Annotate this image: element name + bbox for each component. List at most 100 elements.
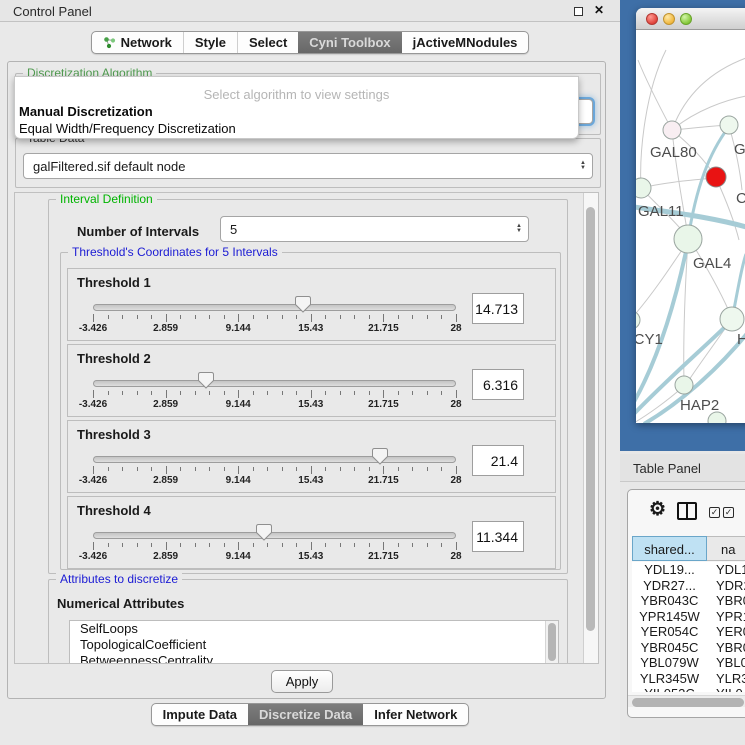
slider-tick — [296, 543, 297, 547]
network-node-c[interactable] — [706, 167, 726, 187]
network-node-label: HAP2 — [680, 397, 719, 414]
network-node-h[interactable] — [720, 307, 744, 331]
network-window-frame: GAL80GACGAL11GAL4GCY1HHAP2 — [620, 0, 745, 451]
table-row[interactable]: YLR345WYLR3 — [632, 671, 745, 687]
threshold-3-value-field[interactable] — [472, 445, 524, 476]
network-node-ga[interactable] — [720, 116, 738, 134]
interval-definition-group: Interval Definition Number of Intervals … — [48, 199, 568, 574]
slider-thumb[interactable] — [256, 524, 272, 541]
close-traffic-light-icon[interactable] — [646, 13, 658, 25]
table-row[interactable]: YPR145WYPR1 — [632, 609, 745, 625]
zoom-traffic-light-icon[interactable] — [680, 13, 692, 25]
slider-track[interactable] — [93, 532, 456, 539]
slider-tick — [354, 543, 355, 547]
slider-tick-label: -3.426 — [79, 551, 107, 562]
dropdown-option-manual-discretization[interactable]: Manual Discretization — [19, 104, 574, 120]
table-data-combo[interactable]: galFiltered.sif default node ▲▼ — [23, 153, 593, 179]
slider-tick — [166, 390, 167, 398]
tab-network[interactable]: Network — [92, 32, 183, 53]
slider-track[interactable] — [93, 456, 456, 463]
column-header-shared-name[interactable]: shared... — [632, 536, 707, 561]
apply-button[interactable]: Apply — [271, 670, 333, 693]
slider-thumb[interactable] — [295, 296, 311, 313]
network-node-hap2[interactable] — [675, 376, 693, 394]
slider-tick — [282, 315, 283, 319]
slider-thumb[interactable] — [372, 448, 388, 465]
tab-discretize-data[interactable]: Discretize Data — [248, 704, 363, 725]
tab-impute-data[interactable]: Impute Data — [152, 704, 248, 725]
slider-track[interactable] — [93, 304, 456, 311]
float-window-icon[interactable] — [574, 7, 583, 16]
slider-tick — [195, 467, 196, 471]
network-node-gal11[interactable] — [636, 178, 651, 198]
slider-tick — [412, 467, 413, 471]
slider-tick — [195, 543, 196, 547]
slider-thumb[interactable] — [198, 372, 214, 389]
slider-tick — [296, 391, 297, 395]
slider-tick — [137, 315, 138, 319]
tab-select[interactable]: Select — [237, 32, 298, 53]
tab-style[interactable]: Style — [183, 32, 237, 53]
slider-tick-label: 9.144 — [226, 399, 251, 410]
network-node-gal4[interactable] — [674, 225, 702, 253]
table-row[interactable]: YDL19...YDL1 — [632, 562, 745, 578]
slider-track[interactable] — [93, 380, 456, 387]
network-canvas[interactable]: GAL80GACGAL11GAL4GCY1HHAP2 — [636, 30, 745, 423]
column-header-name[interactable]: na — [707, 536, 745, 561]
slider-tick — [209, 467, 210, 471]
slider-tick-label: 28 — [450, 323, 461, 334]
slider-tick — [224, 315, 225, 319]
slider-tick-label: 15.43 — [298, 323, 323, 334]
attributes-list-scrollbar[interactable] — [545, 621, 558, 664]
tab-jactivemnodules[interactable]: jActiveMNodules — [402, 32, 529, 53]
table-row[interactable]: YIL052CYIL0 — [632, 686, 745, 692]
slider-tick — [253, 543, 254, 547]
attribute-item-topologicalcoefficient[interactable]: TopologicalCoefficient — [70, 637, 558, 653]
minimize-traffic-light-icon[interactable] — [663, 13, 675, 25]
slider-tick — [398, 467, 399, 471]
attribute-item-betweennesscentrality[interactable]: BetweennessCentrality — [70, 653, 558, 664]
table-row[interactable]: YBR045CYBR0 — [632, 640, 745, 656]
threshold-2-label: Threshold 2 — [77, 351, 151, 366]
control-panel-titlebar: Control Panel ✕ — [0, 0, 620, 22]
checkbox-icon[interactable] — [723, 507, 734, 518]
table-row[interactable]: YBL079WYBL0 — [632, 655, 745, 671]
checkbox-icon[interactable] — [709, 507, 720, 518]
threshold-2-value-field[interactable] — [472, 369, 524, 400]
network-node-gcy1[interactable] — [636, 311, 640, 329]
numerical-attributes-list: SelfLoopsTopologicalCoefficientBetweenne… — [69, 620, 559, 664]
network-node-gal80[interactable] — [663, 121, 681, 139]
table-panel-titlebar: Table Panel — [620, 454, 745, 482]
slider-tick-label: 21.715 — [368, 551, 399, 562]
table-row[interactable]: YBR043CYBR0 — [632, 593, 745, 609]
table-row[interactable]: YER054CYER0 — [632, 624, 745, 640]
scrollbar-thumb[interactable] — [632, 698, 744, 707]
table-horizontal-scrollbar[interactable] — [628, 695, 745, 707]
slider-tick — [282, 467, 283, 471]
network-node-label: H — [737, 331, 745, 348]
scrollbar-thumb[interactable] — [586, 207, 595, 631]
tab-cyni-toolbox[interactable]: Cyni Toolbox — [298, 32, 401, 53]
close-icon[interactable]: ✕ — [594, 3, 604, 17]
dropdown-option-equal-width-frequency[interactable]: Equal Width/Frequency Discretization — [19, 121, 574, 137]
slider-tick — [267, 315, 268, 319]
table-cell-shared-name: YLR345W — [632, 671, 707, 687]
scrollbar-thumb[interactable] — [548, 623, 556, 661]
tab-label: Network — [121, 32, 172, 53]
columns-icon[interactable] — [677, 502, 697, 520]
number-of-intervals-combo[interactable]: 5 ▲▼ — [220, 216, 529, 242]
settings-scrollpane: Interval Definition Number of Intervals … — [14, 192, 599, 664]
slider-tick — [137, 391, 138, 395]
slider-tick — [398, 543, 399, 547]
gear-icon[interactable]: ⚙ — [649, 498, 666, 521]
tab-infer-network[interactable]: Infer Network — [363, 704, 468, 725]
threshold-4-value-field[interactable] — [472, 521, 524, 552]
settings-vertical-scrollbar[interactable] — [583, 193, 598, 663]
bottom-tab-bar: Impute DataDiscretize DataInfer Network — [0, 703, 620, 726]
table-row[interactable]: YDR27...YDR2 — [632, 578, 745, 594]
threshold-1-value-field[interactable] — [472, 293, 524, 324]
attribute-item-selfloops[interactable]: SelfLoops — [70, 621, 558, 637]
slider-tick — [180, 315, 181, 319]
table-data-group: Table Data galFiltered.sif default node … — [15, 138, 601, 188]
slider-tick-label: -3.426 — [79, 475, 107, 486]
